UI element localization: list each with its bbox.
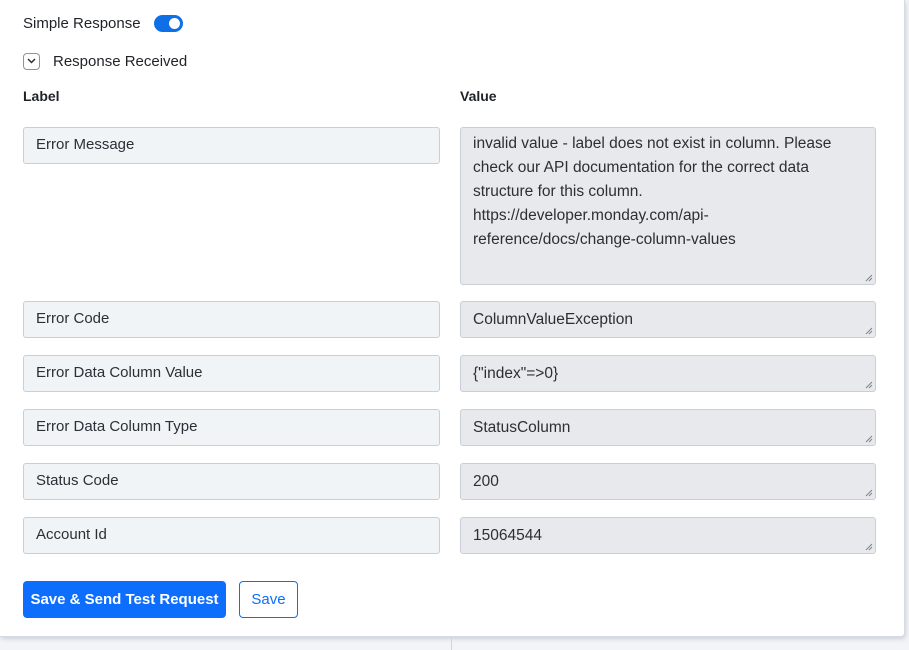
value-textarea[interactable]: {"index"=>0} [460, 355, 876, 392]
divider [451, 637, 452, 650]
resize-handle-icon[interactable] [865, 543, 873, 551]
toggle-knob [168, 17, 180, 29]
resize-handle-icon[interactable] [865, 327, 873, 335]
resize-handle-icon[interactable] [865, 274, 873, 282]
label-field[interactable]: Error Code [23, 301, 440, 338]
label-field[interactable]: Error Data Column Value [23, 355, 440, 392]
simple-response-label: Simple Response [23, 14, 141, 32]
value-textarea[interactable]: 200 [460, 463, 876, 500]
label-field[interactable]: Status Code [23, 463, 440, 500]
value-textarea[interactable]: 15064544 [460, 517, 876, 554]
response-received-label: Response Received [53, 52, 188, 70]
value-text: ColumnValueException [473, 311, 633, 328]
resize-handle-icon[interactable] [865, 489, 873, 497]
value-text: 200 [473, 473, 499, 490]
value-textarea[interactable]: ColumnValueException [460, 301, 876, 338]
save-button[interactable]: Save [239, 581, 298, 618]
label-column-header: Label [23, 88, 60, 104]
resize-handle-icon[interactable] [865, 435, 873, 443]
value-text: invalid value - label does not exist in … [473, 135, 832, 248]
simple-response-toggle[interactable] [153, 14, 183, 32]
label-field[interactable]: Error Message [23, 127, 440, 164]
value-text: {"index"=>0} [473, 365, 559, 382]
simple-response-row: Simple Response [23, 12, 183, 34]
value-textarea[interactable]: StatusColumn [460, 409, 876, 446]
value-column-header: Value [460, 88, 497, 104]
value-text: StatusColumn [473, 419, 571, 436]
response-panel: Simple Response Response Received Label … [0, 0, 905, 637]
value-textarea[interactable]: invalid value - label does not exist in … [460, 127, 876, 285]
label-field[interactable]: Account Id [23, 517, 440, 554]
value-text: 15064544 [473, 527, 542, 544]
label-field[interactable]: Error Data Column Type [23, 409, 440, 446]
chevron-down-icon[interactable] [23, 52, 40, 70]
resize-handle-icon[interactable] [865, 381, 873, 389]
save-and-send-test-request-button[interactable]: Save & Send Test Request [23, 581, 226, 618]
response-received-header[interactable]: Response Received [23, 51, 187, 71]
